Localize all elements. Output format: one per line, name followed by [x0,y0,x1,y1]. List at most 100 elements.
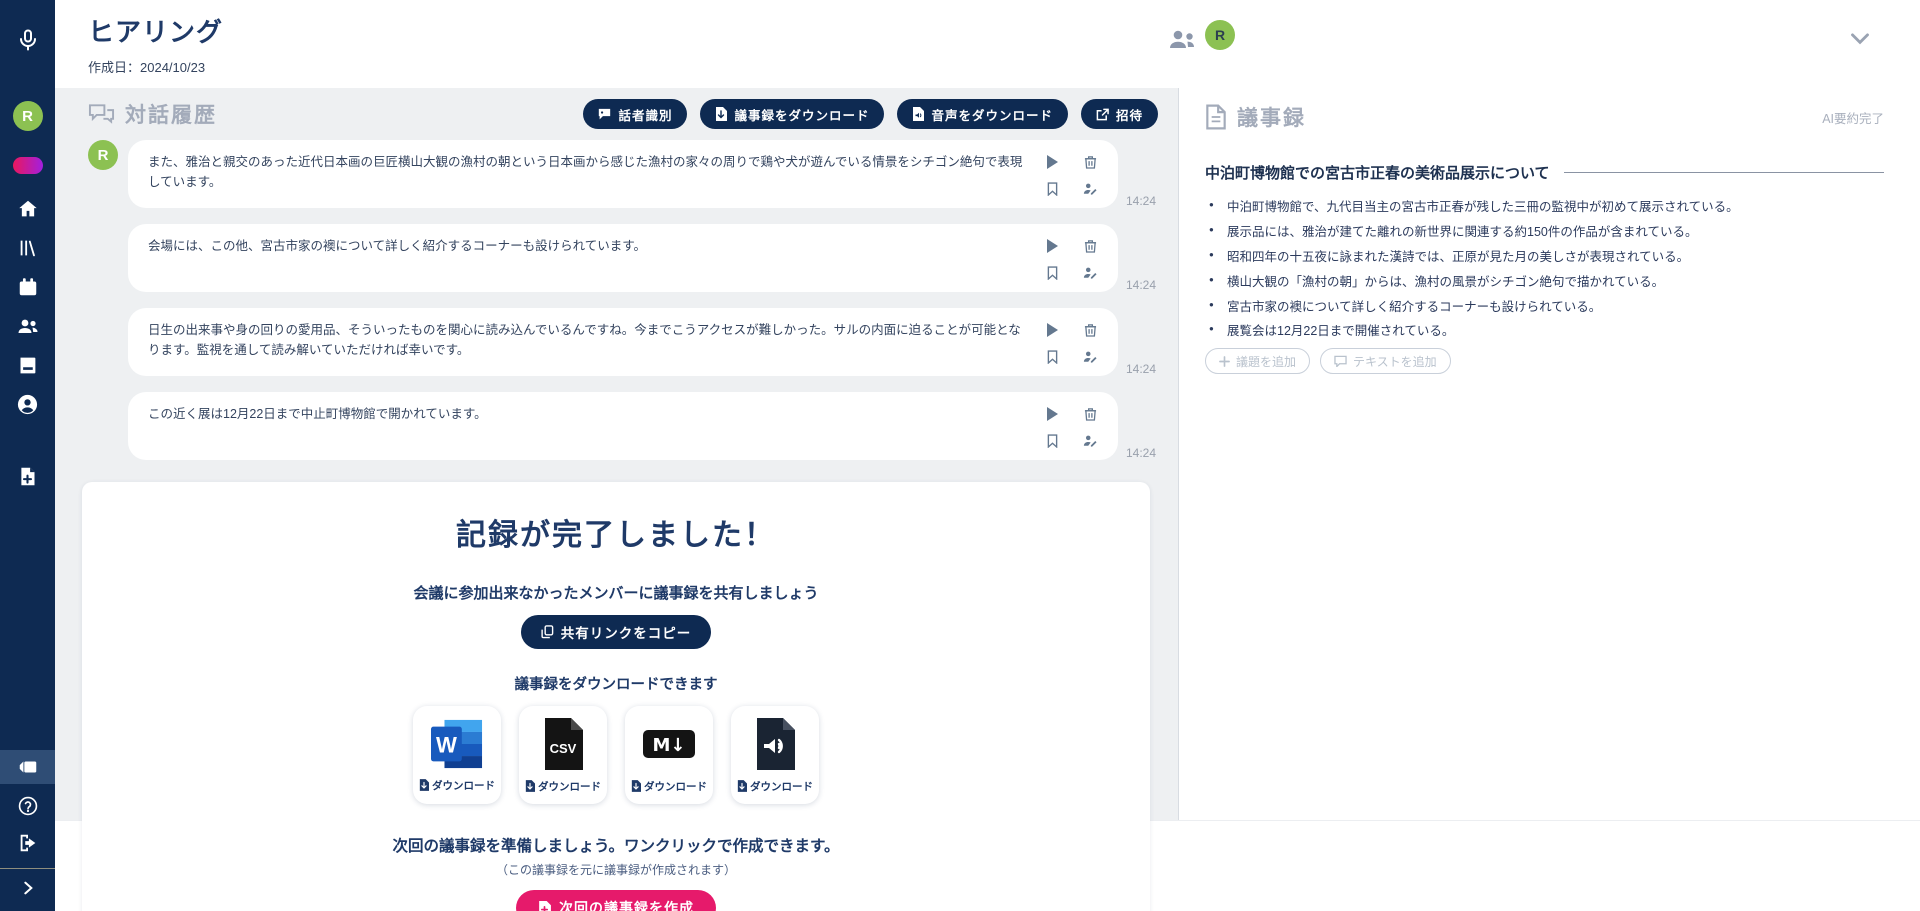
message-bubble: また、雅治と親交のあった近代日本画の巨匠横山大観の漁村の朝という日本画から感じた… [128,140,1118,208]
message-actions [1042,404,1100,448]
file-download-icon [715,107,727,121]
minutes-bullet: 中泊町博物館で、九代目当主の宮古市正春が残した三冊の監視中が初めて展示されている… [1205,199,1884,216]
invite-button[interactable]: 招待 [1081,99,1158,129]
bookmark-icon[interactable] [1045,265,1060,280]
comment-icon [1334,355,1347,367]
sidebar-user-avatar[interactable]: R [13,101,43,131]
recording-complete-card: 記録が完了しました！ 会議に参加出来なかったメンバーに議事録を共有しましょう 共… [82,482,1150,911]
download-tiles: W ダウンロード [413,706,819,804]
message-bubble: 会場には、この他、宮古市家の襖について詳しく紹介するコーナーも設けられています。 [128,224,1118,292]
markdown-icon: M↓ [641,717,697,771]
next-minutes-prompt: 次回の議事録を準備しましょう。ワンクリックで作成できます。 [82,834,1150,856]
sidebar-item-account[interactable] [15,391,41,417]
bookmark-icon[interactable] [1045,349,1060,364]
delete-icon[interactable] [1083,154,1098,169]
download-file-icon [737,780,747,792]
sidebar-item-calendar[interactable] [15,274,41,300]
sidebar-divider [0,868,55,869]
logout-icon[interactable] [15,830,41,856]
copy-share-link-button[interactable]: 共有リンクをコピー [521,615,712,649]
participants-icon[interactable] [1168,26,1198,52]
message-actions [1042,320,1100,364]
word-file-icon: W [430,718,484,770]
download-file-icon [525,780,535,792]
sidebar-item-recording-active[interactable] [0,750,55,784]
sidebar-expand-icon[interactable] [15,875,41,901]
play-icon[interactable] [1045,322,1060,337]
edit-speaker-icon[interactable] [1083,181,1098,196]
minutes-panel: 議事録 AI要約完了 中泊町博物館での宮古市正春の美術品展示について 中泊町博物… [1178,88,1920,820]
play-icon[interactable] [1045,406,1060,421]
sidebar: R [0,0,55,911]
download-file-icon [631,780,641,792]
create-next-minutes-button[interactable]: 次回の議事録を作成 [516,890,716,911]
sidebar-item-notebook[interactable] [15,352,41,378]
share-external-icon [1096,108,1109,121]
complete-title: 記録が完了しました！ [82,510,1150,554]
delete-icon[interactable] [1083,238,1098,253]
download-minutes-button[interactable]: 議事録をダウンロード [700,99,884,129]
svg-text:CSV: CSV [550,741,577,756]
download-audio-button[interactable]: 音声をダウンロード [897,99,1068,129]
message-actions [1042,152,1100,196]
help-icon[interactable] [15,793,41,819]
edit-speaker-icon[interactable] [1083,265,1098,280]
message-text: また、雅治と親交のあった近代日本画の巨匠横山大観の漁村の朝という日本画から感じた… [148,152,1028,196]
download-file-icon [419,779,429,791]
play-icon[interactable] [1045,238,1060,253]
message-timestamp: 14:24 [1126,278,1156,292]
chat-message: 日生の出来事や身の回りの愛用品、そういったものを関心に読み込んでいるんですね。今… [88,308,1158,376]
page-title: ヒアリング [88,12,223,49]
bookmark-icon[interactable] [1045,181,1060,196]
page-header: ヒアリング 作成日：2024/10/23 R [55,0,1920,88]
minutes-bullet: 横山大観の「漁村の朝」からは、漁村の風景がシチゴン絶句で描かれている。 [1205,274,1884,291]
app-root: R [0,0,1920,911]
sidebar-item-home[interactable] [15,196,41,222]
chat-message: 会場には、この他、宮古市家の襖について詳しく紹介するコーナーも設けられています。 [88,224,1158,292]
bookmark-icon[interactable] [1045,433,1060,448]
minutes-section-title: 議事録 [1205,102,1306,132]
minutes-topic-title: 中泊町博物館での宮古市正春の美術品展示について [1205,162,1550,183]
add-topic-button[interactable]: 議題を追加 [1205,348,1310,374]
play-icon[interactable] [1045,154,1060,169]
message-timestamp: 14:24 [1126,194,1156,208]
edit-speaker-icon[interactable] [1083,433,1098,448]
chat-panel: 対話履歴 話者識別 議事録をダウン [55,88,1178,820]
message-timestamp: 14:24 [1126,446,1156,460]
minutes-bullet-list: 中泊町博物館で、九代目当主の宮古市正春が残した三冊の監視中が初めて展示されている… [1205,199,1884,340]
message-text: 日生の出来事や身の回りの愛用品、そういったものを関心に読み込んでいるんですね。今… [148,320,1028,364]
sidebar-item-members[interactable] [15,313,41,339]
delete-icon[interactable] [1083,322,1098,337]
download-tile-csv[interactable]: CSV ダウンロード [519,706,607,804]
created-date: 作成日：2024/10/23 [88,57,223,76]
delete-icon[interactable] [1083,406,1098,421]
mic-logo-icon [15,27,41,53]
document-icon [1205,104,1227,130]
minutes-bullet: 展覧会は12月22日まで開催されている。 [1205,323,1884,340]
download-tile-markdown[interactable]: M↓ ダウンロード [625,706,713,804]
svg-text:W: W [436,732,457,757]
plus-icon [1219,356,1230,367]
sidebar-item-new-document[interactable] [15,463,41,489]
sidebar-item-library[interactable] [15,235,41,261]
audio-file-big-icon [753,717,797,771]
svg-text:M↓: M↓ [653,735,686,756]
audio-file-icon [912,107,924,121]
message-bubble: 日生の出来事や身の回りの愛用品、そういったものを関心に読み込んでいるんですね。今… [128,308,1118,376]
add-text-button[interactable]: テキストを追加 [1320,348,1451,374]
chat-message: この近く展は12月22日まで中止町博物館で開かれています。 [88,392,1158,460]
chat-message: R また、雅治と親交のあった近代日本画の巨匠横山大観の漁村の朝という日本画から感… [88,140,1158,208]
chevron-down-icon[interactable] [1850,32,1870,46]
download-tile-audio[interactable]: ダウンロード [731,706,819,804]
csv-file-icon: CSV [541,717,585,771]
minutes-bullet: 昭和四年の十五夜に詠まれた漢詩では、正原が見た月の美しさが表現されている。 [1205,249,1884,266]
workspace-gradient-badge[interactable] [13,157,43,174]
file-plus-icon [538,901,551,911]
edit-speaker-icon[interactable] [1083,349,1098,364]
minutes-bullet: 展示品には、雅治が建てた離れの新世界に関連する約150件の作品が含まれている。 [1205,224,1884,241]
user-avatar[interactable]: R [1205,20,1235,50]
download-heading: 議事録をダウンロードできます [82,673,1150,694]
ai-summary-status: AI要約完了 [1822,108,1884,127]
download-tile-word[interactable]: W ダウンロード [413,706,501,804]
speaker-id-button[interactable]: 話者識別 [583,99,687,129]
